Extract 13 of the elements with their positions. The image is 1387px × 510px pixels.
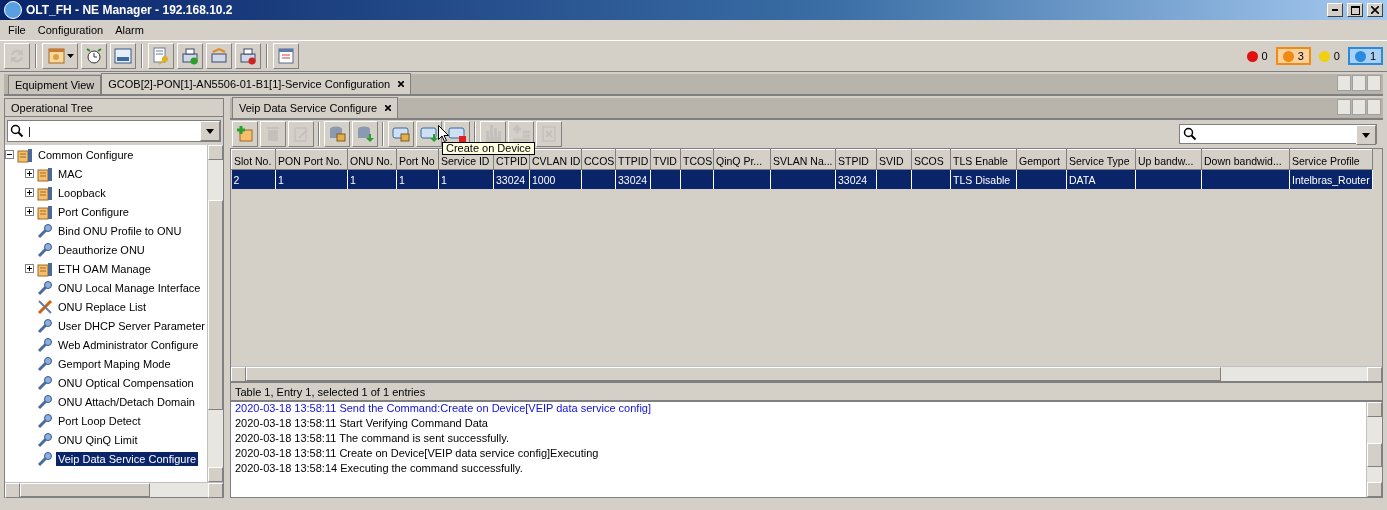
log-line: 2020-03-18 13:58:14 Executing the command successfully. [235,462,524,476]
status-text: Table 1, Entry 1, selected 1 of 1 entries [230,382,1383,401]
log-line: 2020-03-18 13:58:11 Send the Command:Create on Device[VEIP data service config] [235,402,652,416]
window-title: OLT_FH - NE Manager - 192.168.10.2 [26,3,234,17]
alarm-count: 0 [1333,50,1340,62]
alarm-count: 0 [1261,50,1268,62]
log-line: 2020-03-18 13:58:11 Start Verifying Command Data [235,417,489,431]
tooltip: Create on Device [442,142,535,155]
table-cell: 2 [231,169,276,189]
log-line: 2020-03-18 13:58:11 Create on Device[VEIP data service config]Executing [235,447,600,461]
log-line: 2020-03-18 13:58:11 The command is sent successfully. [235,432,510,446]
alarm-count: 3 [1297,50,1304,62]
alarm-count: 1 [1369,50,1376,62]
